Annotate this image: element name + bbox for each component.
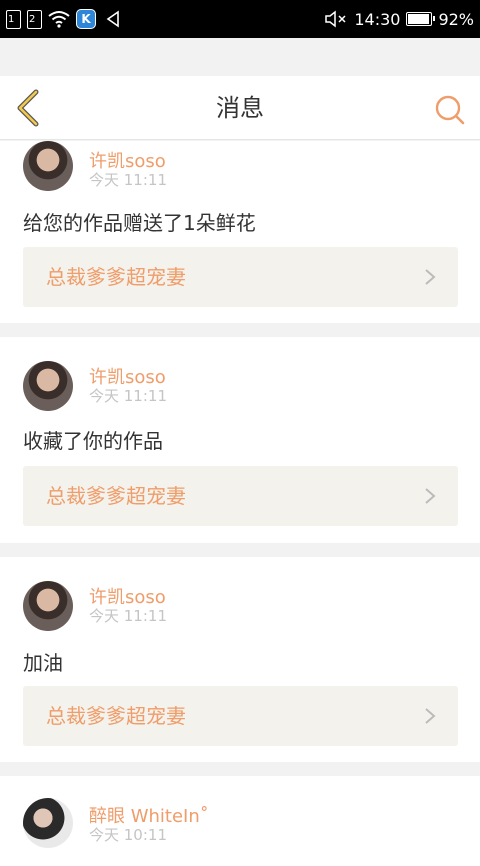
- page-title: 消息: [216, 94, 264, 122]
- timestamp: 今天 10:11: [89, 826, 167, 844]
- sim1-icon: 1: [6, 9, 21, 29]
- chevron-right-icon: [425, 488, 436, 504]
- chevron-right-icon: [425, 269, 436, 285]
- search-icon[interactable]: [434, 94, 466, 126]
- sim1-label: 1: [8, 13, 15, 25]
- wifi-icon: [48, 11, 70, 28]
- work-title: 总裁爹爹超宠妻: [46, 704, 186, 728]
- sim2-label: 2: [29, 13, 36, 25]
- message-card: 许凯soso 今天 11:11 给您的作品赠送了1朵鲜花 总裁爹爹超宠妻: [0, 141, 480, 323]
- battery-percent: 92%: [438, 9, 474, 29]
- message-text: 加油: [23, 651, 63, 675]
- chevron-right-icon: [425, 708, 436, 724]
- clock: 14:30: [354, 9, 401, 29]
- top-spacer: [0, 38, 480, 76]
- app-k-icon: K: [76, 9, 96, 29]
- message-list: 许凯soso 今天 11:11 给您的作品赠送了1朵鲜花 总裁爹爹超宠妻 许凯s…: [0, 141, 480, 866]
- message-card: 许凯soso 今天 11:11 收藏了你的作品 总裁爹爹超宠妻: [0, 337, 480, 543]
- status-bar: 1 2 K 14:30 92%: [0, 0, 480, 38]
- avatar[interactable]: [23, 141, 73, 191]
- avatar[interactable]: [23, 798, 73, 848]
- work-link[interactable]: 总裁爹爹超宠妻: [23, 247, 458, 307]
- timestamp: 今天 11:11: [89, 387, 167, 405]
- avatar[interactable]: [23, 581, 73, 631]
- app-badge-label: K: [81, 12, 91, 26]
- work-link[interactable]: 总裁爹爹超宠妻: [23, 466, 458, 526]
- message-card: 许凯soso 今天 11:11 加油 总裁爹爹超宠妻: [0, 557, 480, 762]
- message-text: 给您的作品赠送了1朵鲜花: [23, 211, 256, 235]
- work-link[interactable]: 总裁爹爹超宠妻: [23, 686, 458, 746]
- mute-icon: [325, 10, 346, 28]
- message-text: 收藏了你的作品: [23, 429, 163, 453]
- message-card: 醉眼 WhiteIn˚ 今天 10:11: [0, 776, 480, 866]
- avatar[interactable]: [23, 361, 73, 411]
- timestamp: 今天 11:11: [89, 607, 167, 625]
- timestamp: 今天 11:11: [89, 171, 167, 189]
- sim2-icon: 2: [27, 9, 42, 29]
- speaker-notify-icon: [106, 10, 119, 28]
- work-title: 总裁爹爹超宠妻: [46, 265, 186, 289]
- work-title: 总裁爹爹超宠妻: [46, 484, 186, 508]
- battery-icon: [406, 12, 436, 26]
- nav-header: 消息: [0, 76, 480, 140]
